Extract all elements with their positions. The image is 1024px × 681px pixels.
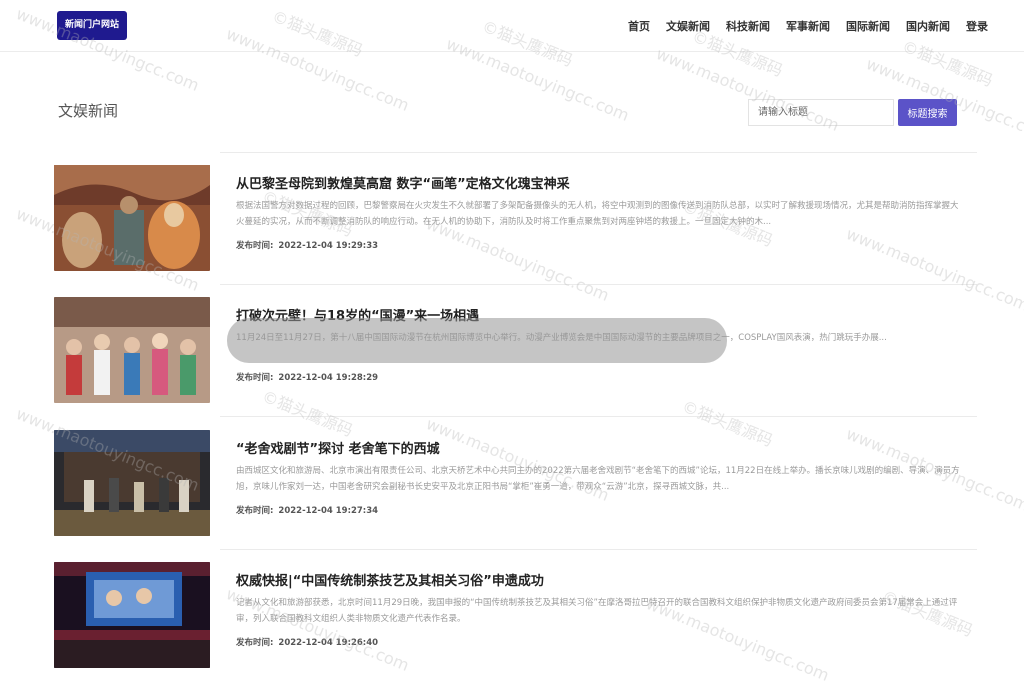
divider <box>220 549 977 550</box>
article-title[interactable]: 权威快报|“中国传统制茶技艺及其相关习俗”申遗成功 <box>236 570 544 589</box>
article-title[interactable]: 从巴黎圣母院到敦煌莫高窟 数字“画笔”定格文化瑰宝神采 <box>236 173 570 192</box>
article-item[interactable]: 从巴黎圣母院到敦煌莫高窟 数字“画笔”定格文化瑰宝神采 根据法国警方对数据过程的… <box>54 165 964 271</box>
publish-label: 发布时间: <box>236 241 274 251</box>
top-header: 新闻门户网站 首页 文娱新闻 科技新闻 军事新闻 国际新闻 国内新闻 登录 <box>0 0 1024 52</box>
nav-login[interactable]: 登录 <box>966 18 988 34</box>
article-meta: 发布时间: 2022-12-04 19:28:29 <box>236 371 383 383</box>
article-summary: 由西城区文化和旅游局、北京市演出有限责任公司、北京天桥艺术中心共同主办的2022… <box>236 466 960 492</box>
publish-label: 发布时间: <box>236 373 274 383</box>
article-item[interactable]: “老舍戏剧节”探讨 老舍笔下的西城 由西城区文化和旅游局、北京市演出有限责任公司… <box>54 430 964 536</box>
search-button[interactable]: 标题搜索 <box>898 99 957 126</box>
search-input[interactable] <box>748 99 894 126</box>
article-meta: 发布时间: 2022-12-04 19:26:40 <box>236 636 383 648</box>
nav-entertainment[interactable]: 文娱新闻 <box>666 18 710 34</box>
site-logo[interactable]: 新闻门户网站 <box>57 11 127 40</box>
main-nav: 首页 文娱新闻 科技新闻 军事新闻 国际新闻 国内新闻 登录 <box>628 0 988 52</box>
divider <box>220 152 977 153</box>
article-meta: 发布时间: 2022-12-04 19:29:33 <box>236 239 383 251</box>
publish-time: 2022-12-04 19:28:29 <box>278 373 379 383</box>
article-thumbnail[interactable] <box>54 562 210 668</box>
article-meta: 发布时间: 2022-12-04 19:27:34 <box>236 504 383 516</box>
article-thumbnail[interactable] <box>54 430 210 536</box>
publish-time: 2022-12-04 19:29:33 <box>278 241 379 251</box>
divider <box>220 284 977 285</box>
publish-time: 2022-12-04 19:26:40 <box>278 638 379 648</box>
article-title[interactable]: “老舍戏剧节”探讨 老舍笔下的西城 <box>236 438 440 457</box>
publish-time: 2022-12-04 19:27:34 <box>278 506 379 516</box>
nav-tech[interactable]: 科技新闻 <box>726 18 770 34</box>
nav-military[interactable]: 军事新闻 <box>786 18 830 34</box>
page-title: 文娱新闻 <box>58 102 119 120</box>
publish-label: 发布时间: <box>236 638 274 648</box>
nav-domestic[interactable]: 国内新闻 <box>906 18 950 34</box>
article-summary: 记者从文化和旅游部获悉，北京时间11月29日晚，我国申报的“中国传统制茶技艺及其… <box>236 598 958 624</box>
article-thumbnail[interactable] <box>54 165 210 271</box>
article-summary: 根据法国警方对数据过程的回顾，巴黎警察局在火灾发生不久就部署了多架配备摄像头的无… <box>236 201 959 227</box>
nav-home[interactable]: 首页 <box>628 18 650 34</box>
publish-label: 发布时间: <box>236 506 274 516</box>
article-thumbnail[interactable] <box>54 297 210 403</box>
divider <box>220 416 977 417</box>
nav-international[interactable]: 国际新闻 <box>846 18 890 34</box>
loading-toast <box>227 318 727 363</box>
article-item[interactable]: 权威快报|“中国传统制茶技艺及其相关习俗”申遗成功 记者从文化和旅游部获悉，北京… <box>54 562 964 668</box>
